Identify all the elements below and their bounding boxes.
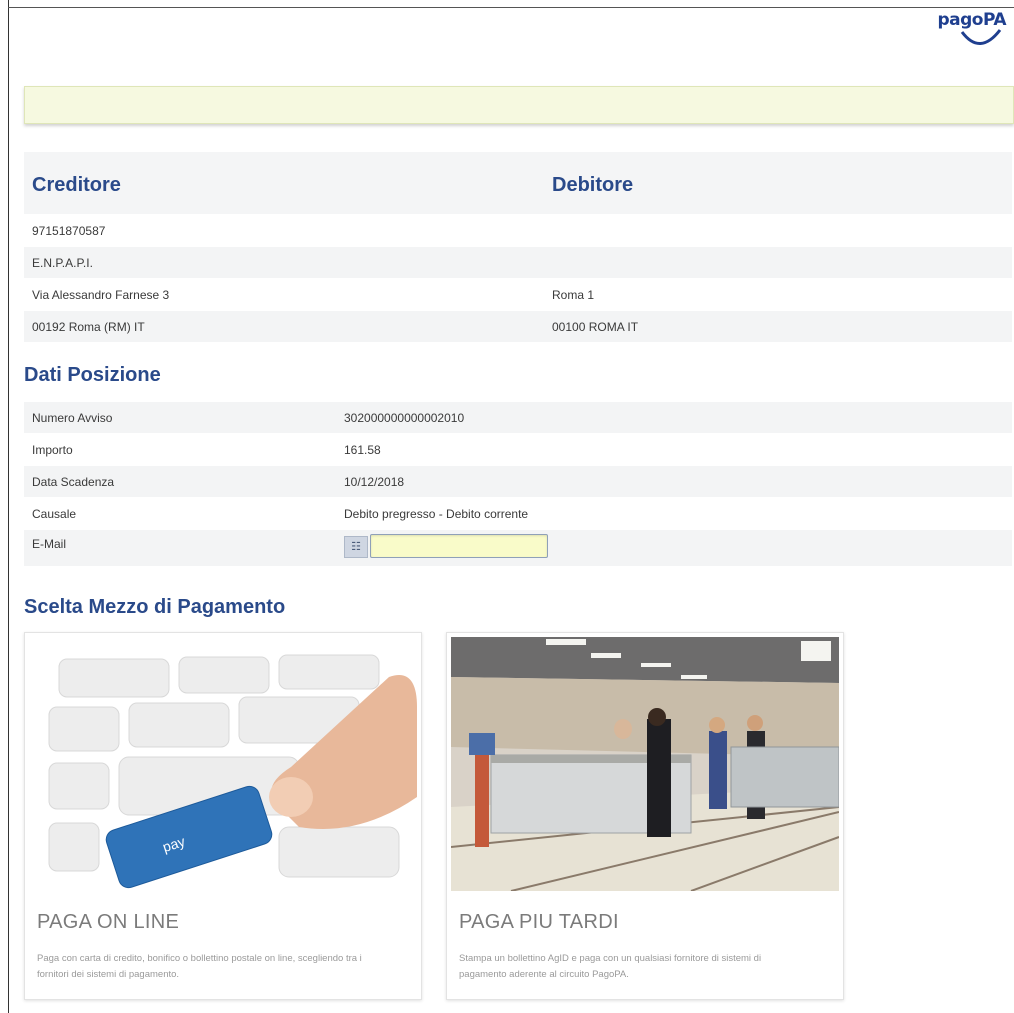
creditor-title: Creditore: [32, 174, 121, 196]
position-label: Data Scadenza: [32, 475, 115, 489]
pay-later-title[interactable]: PAGA PIU TARDI: [459, 911, 619, 934]
position-section-title: Dati Posizione: [24, 364, 161, 386]
position-value: 10/12/2018: [344, 475, 405, 489]
position-value: 302000000000002010: [344, 411, 465, 425]
position-value: 161.58: [344, 443, 381, 457]
notification-bar: [24, 86, 1014, 124]
position-row: Importo 161.58: [24, 434, 1012, 465]
party-row: E.N.P.A.P.I.: [24, 247, 1012, 278]
pay-online-description: Paga con carta di credito, bonifico o bo…: [37, 953, 362, 980]
window-left-border: [8, 0, 9, 1013]
email-card-icon: ☷: [344, 536, 368, 558]
debtor-city: 00100 ROMA IT: [552, 320, 639, 334]
pagopa-logo: pagoPA: [937, 10, 1006, 50]
pay-later-description: Stampa un bollettino AgID e paga con un …: [459, 953, 762, 980]
party-row: 00192 Roma (RM) IT 00100 ROMA IT: [24, 311, 1012, 342]
debtor-title: Debitore: [552, 174, 634, 196]
email-input[interactable]: [370, 534, 548, 558]
keyboard-pay-image: pay: [29, 637, 417, 897]
position-label: Causale: [32, 507, 77, 521]
position-row: Causale Debito pregresso - Debito corren…: [24, 498, 1012, 529]
creditor-name: E.N.P.A.P.I.: [32, 256, 93, 270]
position-value: Debito pregresso - Debito corrente: [344, 507, 529, 521]
pay-online-title[interactable]: PAGA ON LINE: [37, 911, 179, 934]
email-label: E-Mail: [32, 537, 67, 551]
party-row: 97151870587: [24, 215, 1012, 246]
window-top-border: [8, 7, 1014, 8]
position-label: Importo: [32, 443, 73, 457]
creditor-fiscal-code: 97151870587: [32, 224, 106, 238]
position-label: Numero Avviso: [32, 411, 113, 425]
creditor-address: Via Alessandro Farnese 3: [32, 288, 170, 302]
parties-header-row: [24, 152, 1012, 214]
position-row: Numero Avviso 302000000000002010: [24, 402, 1012, 433]
position-row: Data Scadenza 10/12/2018: [24, 466, 1012, 497]
bank-counter-image: [451, 637, 839, 891]
creditor-city: 00192 Roma (RM) IT: [32, 320, 145, 334]
debtor-address: Roma 1: [552, 288, 595, 302]
party-row: Via Alessandro Farnese 3 Roma 1: [24, 279, 1012, 310]
payment-section-title: Scelta Mezzo di Pagamento: [24, 596, 286, 618]
pay-online-card[interactable]: pay PAGA ON LINE Paga con carta di credi…: [24, 632, 422, 1000]
pay-later-card[interactable]: PAGA PIU TARDI Stampa un bollettino AgID…: [446, 632, 844, 1000]
pagopa-logo-arc-icon: [960, 29, 1002, 45]
